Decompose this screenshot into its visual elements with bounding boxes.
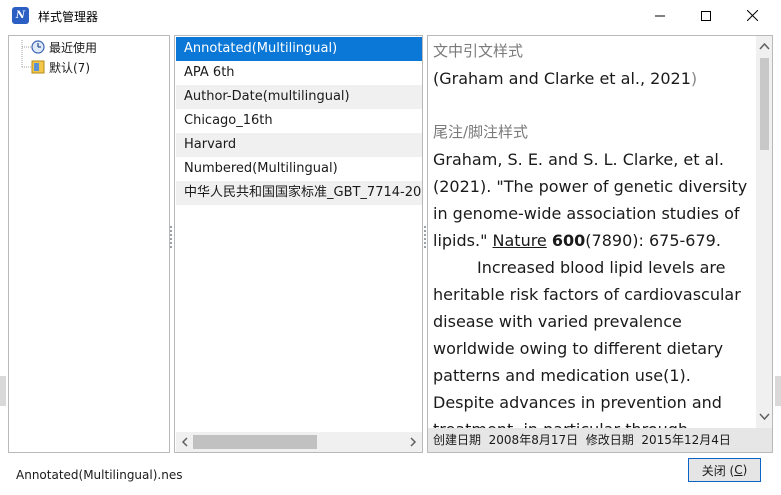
app-logo-icon: N [12,7,29,24]
modified-date: 2015年12月4日 [641,433,731,447]
clock-icon [31,40,45,54]
close-button-mnemonic: C [734,463,743,477]
created-label: 创建日期 [433,433,482,447]
intext-citation: (Graham and Clarke et al., 2021 [433,69,691,88]
window-title: 样式管理器 [38,10,99,24]
scrollbar-thumb[interactable] [193,435,317,449]
tree-item-default[interactable]: 默认(7) [31,58,90,76]
list-item[interactable]: Numbered(Multilingual) [176,157,422,181]
background-strip [0,376,6,406]
tree-item-recent[interactable]: 最近使用 [31,38,97,56]
style-preview-pane: 文中引文样式 (Graham and Clarke et al., 2021) … [427,35,773,453]
folder-icon [31,60,45,74]
scroll-up-icon[interactable] [759,41,770,52]
close-icon [746,10,758,21]
created-date: 2008年8月17日 [488,433,579,447]
minimize-icon [655,15,665,16]
scroll-left-icon[interactable] [179,436,191,448]
list-item[interactable]: APA 6th [176,61,422,85]
horizontal-scrollbar[interactable] [176,432,422,452]
scroll-down-icon[interactable] [759,411,770,422]
close-window-button[interactable] [729,0,775,31]
close-button[interactable]: 关闭 (C) [688,458,761,482]
vertical-scrollbar[interactable] [756,36,772,428]
list-item[interactable]: 中华人民共和国国家标准_GBT_7714-2005 [176,181,422,205]
list-item[interactable]: Harvard [176,133,422,157]
list-item[interactable]: Chicago_16th [176,109,422,133]
list-item[interactable]: Author-Date(multilingual) [176,85,422,109]
maximize-button[interactable] [683,0,729,31]
modified-label: 修改日期 [585,433,634,447]
intext-citation-example: (Graham and Clarke et al., 2021) [433,65,753,92]
reference-volume: 600 [551,231,586,250]
tree-item-label: 默认(7) [49,60,90,75]
style-list[interactable]: Annotated(Multilingual) APA 6th Author-D… [174,35,423,453]
intext-close-paren: ) [690,69,698,88]
scrollbar-thumb[interactable] [760,58,769,150]
title-bar: N 样式管理器 [0,0,781,31]
splitter-handle[interactable] [170,226,173,250]
reference-pages: (7890): 675-679. [585,231,721,250]
minimize-button[interactable] [637,0,683,31]
close-button-label: 关闭 ( [701,463,735,478]
scroll-right-icon[interactable] [407,436,419,448]
style-category-tree[interactable]: 最近使用 默认(7) [8,35,170,453]
footnote-heading: 尾注/脚注样式 [433,123,529,141]
intext-heading: 文中引文样式 [433,42,524,60]
body-text-example: Increased blood lipid levels are heritab… [433,258,741,452]
selected-file-name: Annotated(Multilingual).nes [16,468,183,482]
reference-journal: Nature [492,231,547,250]
close-button-suffix: ) [742,463,748,477]
maximize-icon [701,10,711,21]
list-item[interactable]: Annotated(Multilingual) [176,37,422,61]
tree-item-label: 最近使用 [49,40,98,55]
background-strip [775,376,781,406]
reference-example: Graham, S. E. and S. L. Clarke, et al. (… [433,146,753,254]
preview-content: 文中引文样式 (Graham and Clarke et al., 2021) … [433,38,753,452]
style-dates-status: 创建日期 2008年8月17日 修改日期 2015年12月4日 [428,428,772,452]
